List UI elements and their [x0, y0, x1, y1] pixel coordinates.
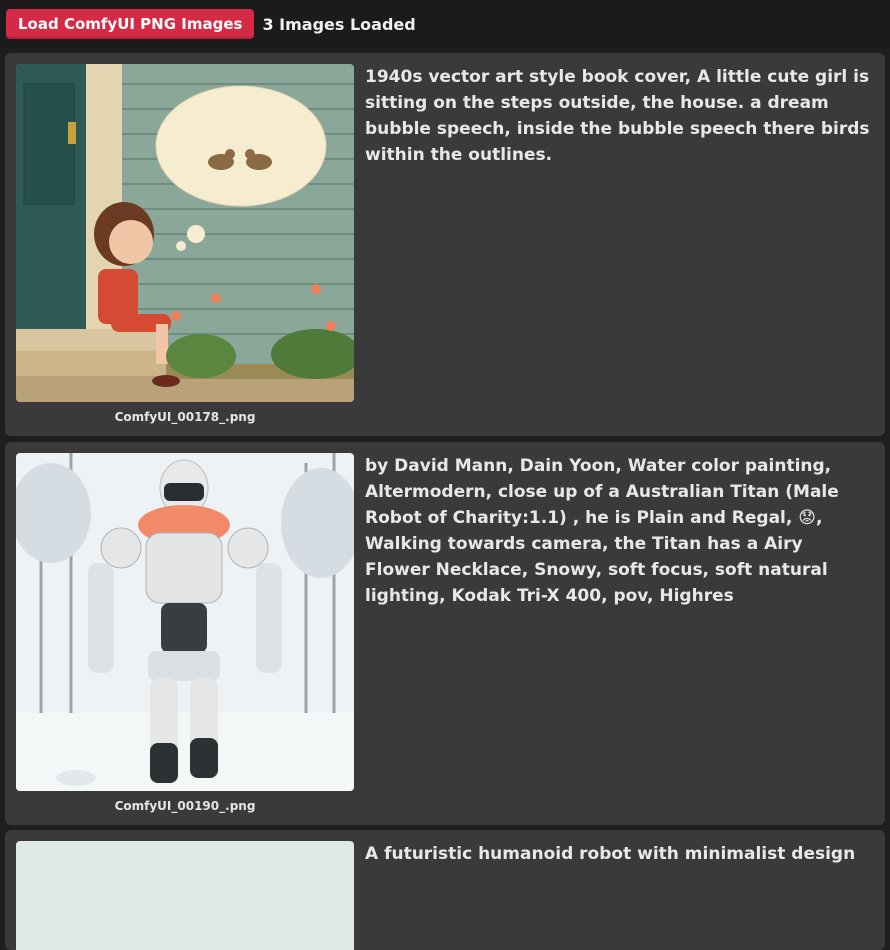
image-thumbnail[interactable]: [16, 64, 354, 402]
image-prompt: A futuristic humanoid robot with minimal…: [365, 844, 856, 864]
toolbar: Load ComfyUI PNG Images 3 Images Loaded: [0, 0, 890, 48]
robot-illustration: [16, 453, 354, 791]
image-filename: ComfyUI_00178_.png: [114, 410, 256, 424]
humanoid-robot-image: [16, 841, 354, 950]
image-card: A futuristic humanoid robot with minimal…: [5, 830, 885, 950]
image-thumbnail[interactable]: [16, 841, 354, 950]
image-prompt: by David Mann, Dain Yoon, Water color pa…: [365, 456, 839, 606]
image-prompt: 1940s vector art style book cover, A lit…: [365, 67, 870, 165]
image-thumbnail[interactable]: [16, 453, 354, 791]
image-card: ComfyUI_00190_.png by David Mann, Dain Y…: [5, 442, 885, 825]
girl-bubble-illustration: [16, 64, 354, 402]
images-loaded-status: 3 Images Loaded: [262, 14, 416, 34]
image-filename: ComfyUI_00190_.png: [114, 799, 256, 813]
load-png-images-button[interactable]: Load ComfyUI PNG Images: [6, 9, 255, 39]
image-card: ComfyUI_00178_.png 1940s vector art styl…: [5, 53, 885, 436]
